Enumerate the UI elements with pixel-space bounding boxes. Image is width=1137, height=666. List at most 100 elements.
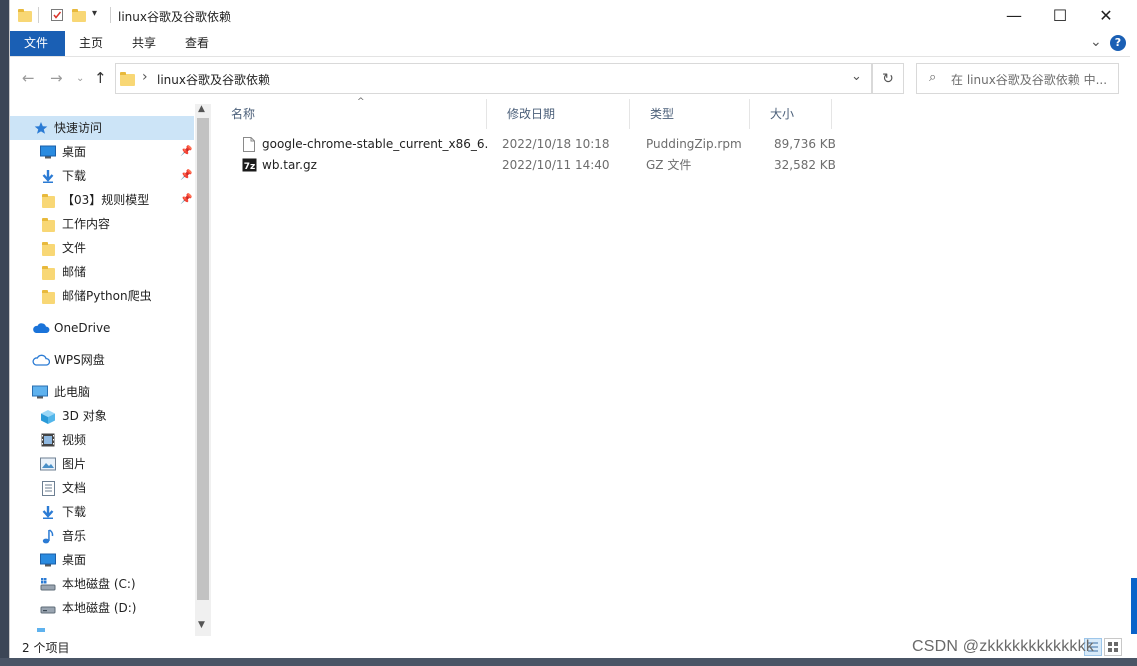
refresh-button[interactable]: ↻ xyxy=(872,63,904,94)
maximize-icon: ☐ xyxy=(1052,6,1068,25)
separator xyxy=(38,7,39,23)
folder-icon xyxy=(42,289,56,304)
file-name: wb.tar.gz xyxy=(262,158,317,172)
properties-icon[interactable] xyxy=(50,8,64,22)
file-date: 2022/10/18 10:18 xyxy=(502,137,610,151)
sidebar-item-desktop[interactable]: 桌面 📌 xyxy=(10,140,194,164)
desktop-edge-bottom xyxy=(0,658,1137,666)
help-icon[interactable]: ? xyxy=(1110,35,1126,51)
back-arrow-icon[interactable]: ← xyxy=(22,69,35,87)
column-header-name[interactable]: 名称 xyxy=(211,99,487,129)
table-row[interactable]: google-chrome-stable_current_x86_6... 20… xyxy=(231,134,836,155)
sidebar-item-this-pc[interactable]: 此电脑 xyxy=(10,380,194,404)
search-input[interactable]: ⌕ 在 linux谷歌及谷歌依赖 中... xyxy=(916,63,1119,94)
tab-home[interactable]: 主页 xyxy=(65,31,117,56)
network-icon xyxy=(34,628,48,632)
sidebar-item-label: 桌面 xyxy=(62,145,87,159)
cloud-icon xyxy=(32,322,50,336)
sidebar-item-label: 视频 xyxy=(62,433,87,447)
address-bar[interactable]: › linux谷歌及谷歌依赖 ⌄ xyxy=(115,63,872,94)
column-header-type[interactable]: 类型 xyxy=(630,99,750,129)
sidebar-item-label: 文件 xyxy=(62,241,87,255)
address-row: ← → ⌄ ↑ › linux谷歌及谷歌依赖 ⌄ ↻ ⌕ 在 linux谷歌及谷… xyxy=(10,57,1130,99)
sidebar-item-postal-savings[interactable]: 邮储 xyxy=(10,260,194,284)
title-bar: ▾ linux谷歌及谷歌依赖 — ☐ ✕ xyxy=(10,0,1130,31)
search-icon: ⌕ xyxy=(929,70,937,85)
picture-icon xyxy=(40,457,56,471)
new-folder-icon[interactable] xyxy=(72,8,86,22)
large-icons-view-button[interactable] xyxy=(1104,638,1122,656)
sidebar-item-videos[interactable]: 视频 xyxy=(10,428,194,452)
sidebar-item-pc-desktop[interactable]: 桌面 xyxy=(10,548,194,572)
sidebar-item-label: 下载 xyxy=(62,169,87,183)
search-placeholder: 在 linux谷歌及谷歌依赖 中... xyxy=(951,73,1108,87)
svg-text:7z: 7z xyxy=(244,162,256,172)
pin-icon: 📌 xyxy=(180,170,193,181)
close-button[interactable]: ✕ xyxy=(1083,0,1129,31)
sidebar-item-disk-d[interactable]: 本地磁盘 (D:) xyxy=(10,596,194,620)
scroll-up-icon[interactable]: ▲ xyxy=(198,104,205,114)
sidebar-item-pc-downloads[interactable]: 下载 xyxy=(10,500,194,524)
computer-icon xyxy=(32,385,48,399)
column-header-size[interactable]: 大小 xyxy=(750,99,832,129)
sidebar-item-label: 文档 xyxy=(62,481,87,495)
download-arrow-icon xyxy=(41,169,55,183)
drive-icon xyxy=(40,601,56,615)
minimize-icon: — xyxy=(1006,6,1022,25)
csdn-watermark: CSDN @zkkkkkkkkkkkkk xyxy=(912,638,1095,655)
sidebar-item-files[interactable]: 文件 xyxy=(10,236,194,260)
desktop-edge-left xyxy=(0,0,9,666)
sidebar-item-label: 此电脑 xyxy=(54,385,91,399)
sidebar-item-wps-cloud[interactable]: WPS网盘 xyxy=(10,348,194,372)
ribbon-expand-icon[interactable]: ⌄ xyxy=(1090,34,1102,50)
breadcrumb-segment[interactable]: linux谷歌及谷歌依赖 xyxy=(157,71,270,88)
sidebar-item-network-partial[interactable] xyxy=(10,620,194,632)
chevron-down-icon[interactable]: ▾ xyxy=(92,8,97,19)
sidebar-item-pictures[interactable]: 图片 xyxy=(10,452,194,476)
sidebar-item-label: WPS网盘 xyxy=(54,353,105,367)
sidebar-item-rule-model[interactable]: 【03】规则模型 📌 xyxy=(10,188,194,212)
recent-locations-icon[interactable]: ⌄ xyxy=(76,73,84,84)
tab-view[interactable]: 查看 xyxy=(171,31,223,56)
column-header-date[interactable]: 修改日期 xyxy=(487,99,630,129)
sidebar-item-disk-c[interactable]: 本地磁盘 (C:) xyxy=(10,572,194,596)
refresh-icon: ↻ xyxy=(882,70,894,87)
scrollbar-thumb[interactable] xyxy=(197,118,209,600)
forward-arrow-icon[interactable]: → xyxy=(50,69,63,87)
folder-icon[interactable] xyxy=(18,8,32,22)
sidebar-item-label: 音乐 xyxy=(62,529,87,543)
ribbon-tabs: 文件 主页 共享 查看 ⌄ ? xyxy=(10,31,1130,57)
scroll-down-icon[interactable]: ▼ xyxy=(198,620,205,630)
sidebar-item-onedrive[interactable]: OneDrive xyxy=(10,316,194,340)
sidebar-item-documents[interactable]: 文档 xyxy=(10,476,194,500)
item-count: 2 个项目 xyxy=(22,641,70,655)
sidebar-item-music[interactable]: 音乐 xyxy=(10,524,194,548)
separator xyxy=(110,7,111,23)
folder-icon xyxy=(42,265,56,280)
sidebar-item-label: 快速访问 xyxy=(54,121,103,135)
close-icon: ✕ xyxy=(1099,6,1113,25)
navigation-scrollbar[interactable]: ▲ ▼ xyxy=(195,104,211,636)
download-arrow-icon xyxy=(41,505,55,519)
pin-icon: 📌 xyxy=(180,146,193,157)
chevron-down-icon[interactable]: ⌄ xyxy=(851,69,862,84)
window-title: linux谷歌及谷歌依赖 xyxy=(118,10,231,24)
breadcrumb-separator: › xyxy=(142,69,148,85)
table-row[interactable]: 7z wb.tar.gz 2022/10/11 14:40 GZ 文件 32,5… xyxy=(231,155,836,176)
sidebar-item-label: 邮储Python爬虫 xyxy=(62,289,152,303)
sidebar-item-downloads[interactable]: 下载 📌 xyxy=(10,164,194,188)
cloud-outline-icon xyxy=(32,354,50,368)
maximize-button[interactable]: ☐ xyxy=(1037,0,1083,31)
tab-share[interactable]: 共享 xyxy=(118,31,170,56)
up-arrow-icon[interactable]: ↑ xyxy=(94,69,107,87)
minimize-button[interactable]: — xyxy=(991,0,1037,31)
blank-file-icon xyxy=(243,137,257,153)
tab-file[interactable]: 文件 xyxy=(10,31,65,56)
desktop-icon xyxy=(40,145,56,159)
sidebar-item-label: 3D 对象 xyxy=(62,409,107,423)
sidebar-item-3d-objects[interactable]: 3D 对象 xyxy=(10,404,194,428)
sidebar-item-label: 图片 xyxy=(62,457,87,471)
sidebar-item-work-content[interactable]: 工作内容 xyxy=(10,212,194,236)
sidebar-item-quick-access[interactable]: 快速访问 xyxy=(10,116,194,140)
sidebar-item-postal-python-crawler[interactable]: 邮储Python爬虫 xyxy=(10,284,194,308)
